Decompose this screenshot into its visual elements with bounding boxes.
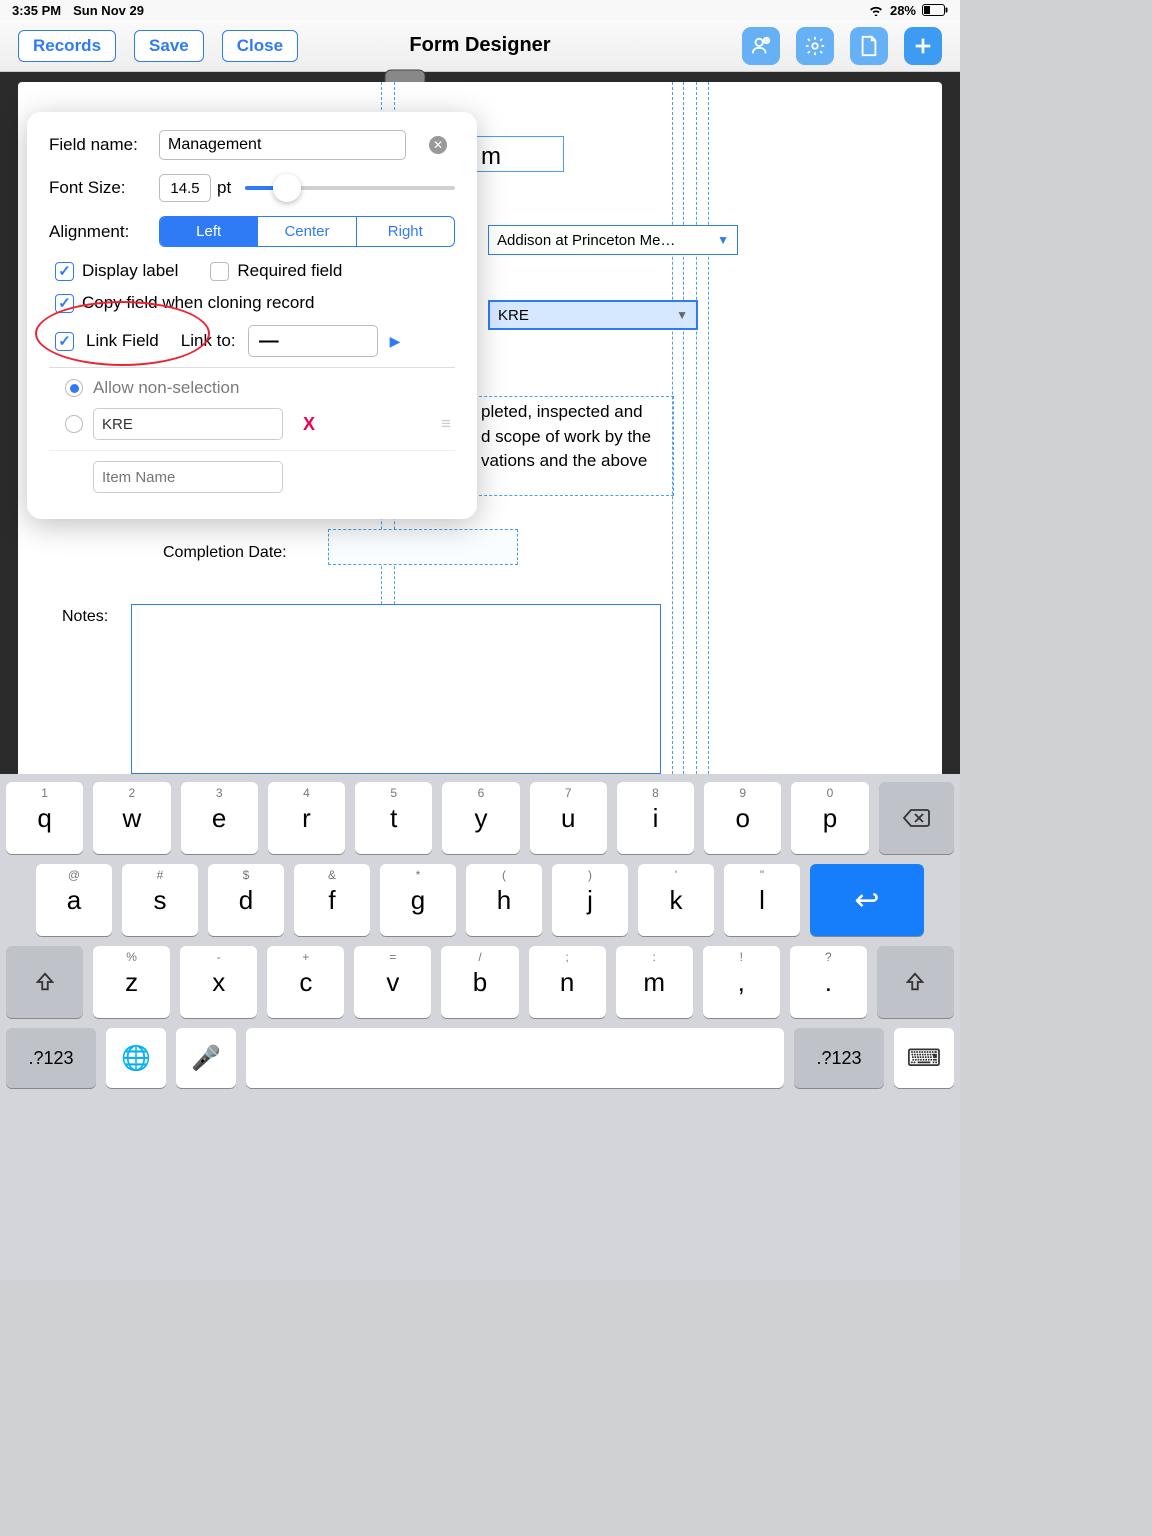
key-.[interactable]: ?. [790,946,867,1018]
align-center[interactable]: Center [257,217,355,246]
copy-clone-checkbox[interactable]: ✓ [55,294,74,313]
font-size-input[interactable] [159,174,211,202]
align-left[interactable]: Left [160,217,257,246]
key-symbols[interactable]: .?123 [794,1028,884,1088]
required-checkbox[interactable]: ✓ [210,262,229,281]
toolbar: Records Save Close Form Designer [0,20,960,72]
key-v[interactable]: =v [354,946,431,1018]
item-radio[interactable] [65,415,83,433]
guide [708,82,709,774]
form-title-fragment[interactable]: m [474,136,564,172]
key-p[interactable]: 0p [791,782,868,854]
field-name-label: Field name: [49,135,159,155]
drag-handle-icon[interactable]: ≡ [441,414,449,434]
copy-clone-text: Copy field when cloning record [82,293,314,313]
key-,[interactable]: !, [703,946,780,1018]
key-c[interactable]: +c [267,946,344,1018]
guide [696,82,697,774]
display-label-checkbox[interactable]: ✓ [55,262,74,281]
font-size-slider[interactable] [245,186,455,190]
pt-label: pt [217,178,231,198]
save-button[interactable]: Save [134,30,204,62]
key-i[interactable]: 8i [617,782,694,854]
status-time: 3:35 PM [12,3,61,18]
display-label-text: Display label [82,261,178,281]
key-b[interactable]: /b [441,946,518,1018]
key-u[interactable]: 7u [530,782,607,854]
key-x[interactable]: -x [180,946,257,1018]
shift-key[interactable] [877,946,954,1018]
field-settings-popover: Field name: ✕ Font Size: pt Alignment: L… [27,112,477,519]
gear-icon[interactable] [796,27,834,65]
key-n[interactable]: ;n [529,946,606,1018]
link-to-input[interactable] [248,325,378,357]
key-g[interactable]: *g [380,864,456,936]
clear-icon[interactable]: ✕ [429,136,447,154]
completion-date-field[interactable] [328,529,518,565]
dismiss-keyboard-icon[interactable]: ⌨ [894,1028,954,1088]
key-y[interactable]: 6y [442,782,519,854]
key-w[interactable]: 2w [93,782,170,854]
page-icon[interactable] [850,27,888,65]
key-q[interactable]: 1q [6,782,83,854]
completion-date-label: Completion Date: [163,544,287,562]
property-dropdown[interactable]: Addison at Princeton Me… ▼ [488,225,738,255]
key-d[interactable]: $d [208,864,284,936]
align-right[interactable]: Right [356,217,454,246]
link-field-text: Link Field [86,331,159,351]
body-text[interactable]: pleted, inspected and d scope of work by… [474,396,674,496]
alignment-segment: Left Center Right [159,216,455,247]
battery-icon [922,4,948,16]
battery-pct: 28% [890,3,916,18]
add-button[interactable] [904,27,942,65]
key-a[interactable]: @a [36,864,112,936]
field-name-input[interactable] [159,130,406,160]
key-f[interactable]: &f [294,864,370,936]
dropdown-value: Addison at Princeton Me… [497,232,675,249]
status-bar: 3:35 PM Sun Nov 29 28% [0,0,960,20]
key-r[interactable]: 4r [268,782,345,854]
key-e[interactable]: 3e [181,782,258,854]
close-button[interactable]: Close [222,30,298,62]
key-j[interactable]: )j [552,864,628,936]
link-to-label: Link to: [181,331,236,351]
dropdown-value: KRE [498,307,529,324]
key-o[interactable]: 9o [704,782,781,854]
key-m[interactable]: :m [616,946,693,1018]
globe-icon[interactable]: 🌐 [106,1028,166,1088]
allow-nonselection-text: Allow non-selection [93,378,239,398]
key-s[interactable]: #s [122,864,198,936]
notes-field[interactable] [131,604,661,774]
shift-key[interactable] [6,946,83,1018]
wifi-icon [868,4,884,16]
key-l[interactable]: "l [724,864,800,936]
chevron-down-icon: ▼ [676,308,688,322]
mic-icon[interactable]: 🎤 [176,1028,236,1088]
font-size-label: Font Size: [49,178,159,198]
enter-key[interactable]: ↩ [810,864,924,936]
key-z[interactable]: %z [93,946,170,1018]
add-user-icon[interactable] [742,27,780,65]
management-dropdown[interactable]: KRE ▼ [488,300,698,330]
key-symbols[interactable]: .?123 [6,1028,96,1088]
key-h[interactable]: (h [466,864,542,936]
key-t[interactable]: 5t [355,782,432,854]
status-date: Sun Nov 29 [73,3,144,18]
key-space[interactable] [246,1028,784,1088]
guide [683,82,684,774]
allow-nonselection-radio[interactable] [65,379,83,397]
item-input-new[interactable] [93,461,283,493]
delete-item-icon[interactable]: X [303,414,315,435]
records-button[interactable]: Records [18,30,116,62]
link-field-checkbox[interactable]: ✓ [55,332,74,351]
chevron-down-icon: ▼ [717,233,729,247]
key-k[interactable]: 'k [638,864,714,936]
backspace-icon[interactable] [879,782,954,854]
required-text: Required field [237,261,342,281]
alignment-label: Alignment: [49,222,159,242]
keyboard: 1q2w3e4r5t6y7u8i9o0p @a#s$d&f*g(h)j'k"l↩… [0,774,960,1280]
item-input-0[interactable] [93,408,283,440]
arrow-right-icon[interactable]: ▶ [390,333,401,350]
notes-label: Notes: [62,608,108,626]
